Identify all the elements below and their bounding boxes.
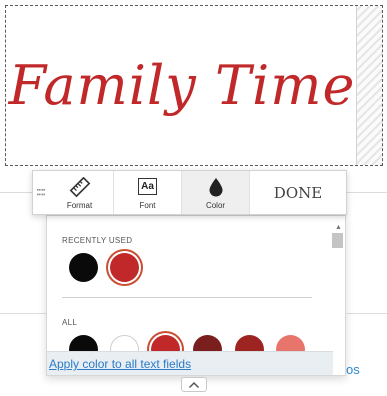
recently-used-heading: RECENTLY USED [62, 236, 133, 245]
drag-handle-icon[interactable]: ⁞⁞ [33, 171, 46, 214]
tab-format-label: Format [66, 200, 93, 210]
page-divider [347, 192, 387, 193]
apply-all-bar: Apply color to all text fields [47, 351, 333, 375]
tab-color[interactable]: Color [182, 171, 250, 214]
chevron-up-icon [188, 381, 200, 388]
color-panel: RECENTLY USED ALL ▲ Apply color to all t… [46, 215, 346, 376]
apply-color-all-link[interactable]: Apply color to all text fields [49, 357, 191, 371]
text-edit-toolbar: ⁞⁞ Format Aa Font Color DONE [32, 170, 347, 215]
collapse-toolbar-button[interactable] [181, 377, 207, 392]
done-button[interactable]: DONE [250, 171, 346, 214]
section-divider [62, 297, 312, 298]
scroll-up-arrow-icon[interactable]: ▲ [335, 224, 342, 231]
recent-color-swatch-black[interactable] [69, 253, 98, 282]
droplet-icon [208, 176, 224, 198]
resize-handle[interactable] [356, 6, 382, 165]
tab-font-label: Font [139, 200, 156, 210]
tab-format[interactable]: Format [46, 171, 114, 214]
panel-scrollbar[interactable]: ▲ [331, 216, 345, 375]
font-aa-icon: Aa [138, 176, 157, 198]
background-link-fragment: os [346, 362, 360, 377]
page-divider [0, 313, 46, 314]
text-field-canvas[interactable]: Family Time [5, 5, 383, 166]
canvas-text[interactable]: Family Time [6, 6, 358, 165]
tab-color-label: Color [205, 200, 226, 210]
page-divider [347, 313, 387, 314]
all-colors-heading: ALL [62, 318, 78, 327]
tab-font[interactable]: Aa Font [114, 171, 182, 214]
page-divider [0, 192, 32, 193]
recent-color-swatch-red[interactable] [110, 253, 139, 282]
ruler-icon [69, 176, 91, 198]
scroll-thumb[interactable] [332, 233, 343, 248]
